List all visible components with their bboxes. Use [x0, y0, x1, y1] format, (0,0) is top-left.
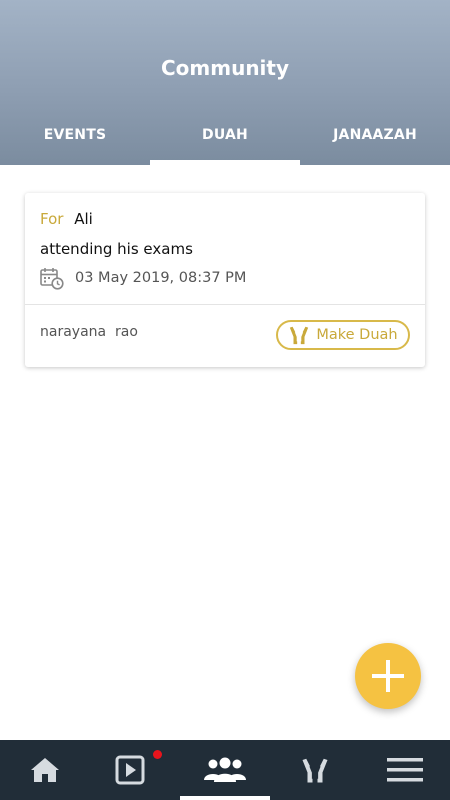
- duah-date: 03 May 2019, 08:37 PM: [75, 270, 247, 286]
- tab-bar: EVENTS DUAH JANAAZAH: [0, 115, 450, 165]
- nav-menu[interactable]: [360, 740, 450, 800]
- nav-duah[interactable]: [270, 740, 360, 800]
- card-divider: [25, 304, 425, 305]
- for-name: Ali: [74, 210, 93, 228]
- video-play-icon: [115, 755, 145, 785]
- add-fab-button[interactable]: [355, 643, 421, 709]
- for-row: For Ali: [40, 210, 93, 228]
- calendar-clock-icon: [40, 268, 64, 290]
- tab-duah[interactable]: DUAH: [150, 115, 300, 165]
- active-nav-indicator: [180, 796, 270, 800]
- date-row: 03 May 2019, 08:37 PM: [40, 266, 246, 290]
- nav-video[interactable]: [85, 740, 175, 800]
- tab-janaazah[interactable]: JANAAZAH: [300, 115, 450, 165]
- nav-home[interactable]: [0, 740, 90, 800]
- duah-hands-icon: [302, 758, 328, 783]
- header: Community EVENTS DUAH JANAAZAH: [0, 0, 450, 165]
- plus-icon: [372, 660, 404, 692]
- notification-dot: [153, 750, 162, 759]
- menu-icon: [387, 758, 423, 782]
- duah-description: attending his exams: [40, 240, 193, 258]
- duah-card[interactable]: For Ali attending his exams 03 May 2019,…: [25, 193, 425, 367]
- author-name: narayana rao: [40, 324, 138, 340]
- page-title: Community: [160, 56, 290, 80]
- tab-events[interactable]: EVENTS: [0, 115, 150, 165]
- home-icon: [31, 758, 59, 782]
- make-duah-label: Make Duah: [316, 327, 398, 343]
- duah-hands-icon: [290, 326, 309, 345]
- nav-community[interactable]: [180, 740, 270, 800]
- bottom-nav: [0, 740, 450, 800]
- make-duah-button[interactable]: Make Duah: [276, 320, 410, 350]
- for-label: For: [40, 210, 64, 228]
- community-icon: [204, 757, 246, 782]
